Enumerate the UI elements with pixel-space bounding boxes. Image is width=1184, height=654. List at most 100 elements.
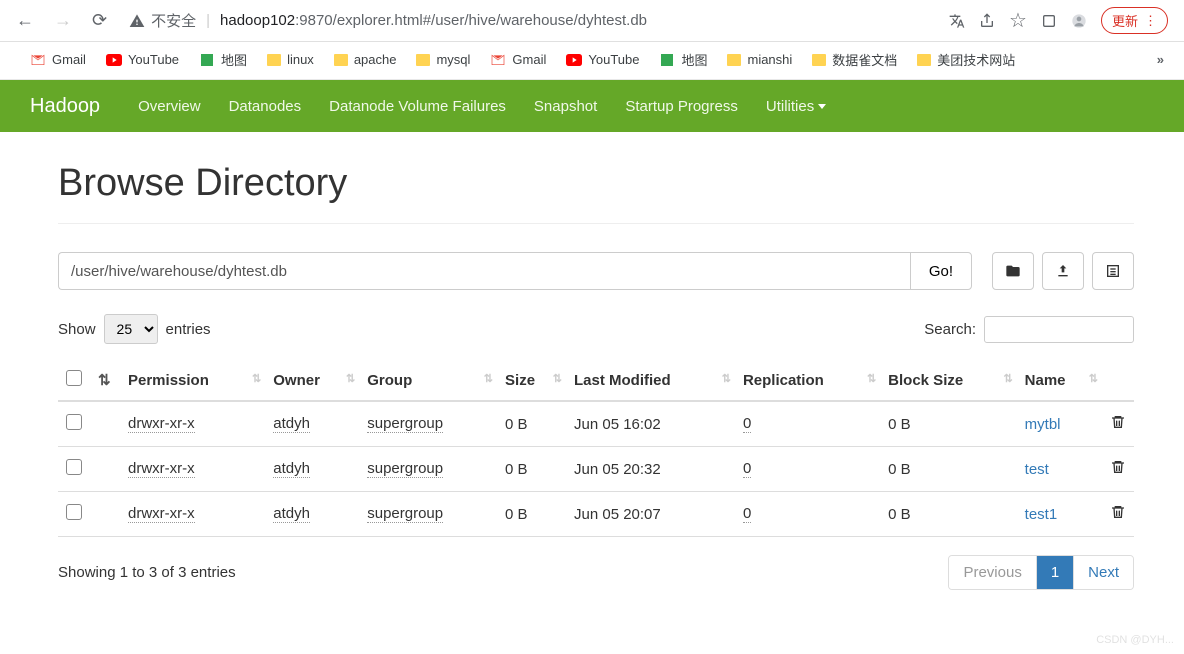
bookmark-apache[interactable]: apache — [334, 52, 397, 67]
upload-button[interactable] — [1042, 252, 1084, 290]
nav-snapshot[interactable]: Snapshot — [534, 98, 597, 115]
entries-select[interactable]: 25 — [104, 314, 158, 344]
col-permission[interactable]: Permission⇅ — [120, 360, 265, 401]
address-bar[interactable]: 不安全 | hadoop102:9870/explorer.html#/user… — [121, 10, 941, 31]
cell-group[interactable]: supergroup — [367, 505, 443, 523]
trash-icon[interactable] — [1110, 504, 1126, 520]
update-button[interactable]: 更新 ⋮ — [1101, 7, 1168, 34]
nav-utilities[interactable]: Utilities — [766, 98, 826, 115]
share-icon[interactable] — [979, 13, 995, 29]
page-1-button[interactable]: 1 — [1037, 556, 1074, 589]
sort-icon[interactable]: ⇅ — [98, 372, 111, 389]
brand[interactable]: Hadoop — [30, 95, 100, 118]
bookmarks-overflow[interactable]: » — [1157, 52, 1172, 67]
cell-replication[interactable]: 0 — [743, 505, 751, 523]
sort-icon: ⇅ — [1003, 372, 1012, 385]
cell-owner[interactable]: atdyh — [273, 505, 310, 523]
cell-block-size: 0 B — [880, 447, 1017, 492]
col-replication[interactable]: Replication⇅ — [735, 360, 880, 401]
showing-text: Showing 1 to 3 of 3 entries — [58, 564, 236, 581]
search-input[interactable] — [984, 316, 1134, 343]
col-name[interactable]: Name⇅ — [1017, 360, 1102, 401]
sort-icon: ⇅ — [867, 372, 876, 385]
next-button[interactable]: Next — [1074, 556, 1133, 589]
cell-group[interactable]: supergroup — [367, 415, 443, 433]
extensions-icon[interactable] — [1041, 13, 1057, 29]
folder-icon — [416, 54, 430, 66]
update-label: 更新 — [1112, 11, 1138, 30]
caret-down-icon — [818, 104, 826, 109]
cut-button[interactable] — [1092, 252, 1134, 290]
gmail-icon — [490, 52, 506, 68]
cell-owner[interactable]: atdyh — [273, 460, 310, 478]
sort-icon: ⇅ — [484, 372, 493, 385]
bookmark-mysql[interactable]: mysql — [416, 52, 470, 67]
nav-startup-progress[interactable]: Startup Progress — [625, 98, 738, 115]
bookmark-gmail[interactable]: Gmail — [30, 52, 86, 68]
bookmarks-bar: Gmail YouTube 地图 linux apache mysql Gmai… — [0, 42, 1184, 80]
bookmark-youtube[interactable]: YouTube — [106, 52, 179, 68]
table-controls: Show 25 entries Search: — [58, 314, 1134, 344]
kebab-icon: ⋮ — [1144, 13, 1157, 29]
trash-icon[interactable] — [1110, 414, 1126, 430]
cell-replication[interactable]: 0 — [743, 460, 751, 478]
bookmark-youtube-2[interactable]: YouTube — [566, 52, 639, 68]
nav-volume-failures[interactable]: Datanode Volume Failures — [329, 98, 506, 115]
row-checkbox[interactable] — [66, 504, 82, 520]
cell-replication[interactable]: 0 — [743, 415, 751, 433]
sort-icon: ⇅ — [722, 372, 731, 385]
page-title: Browse Directory — [58, 162, 1134, 205]
nav-datanodes[interactable]: Datanodes — [229, 98, 302, 115]
profile-icon[interactable] — [1071, 13, 1087, 29]
path-input-group: Go! — [58, 252, 972, 290]
prev-button[interactable]: Previous — [949, 556, 1036, 589]
translate-icon[interactable] — [949, 13, 965, 29]
bookmark-star-icon[interactable]: ☆ — [1009, 8, 1027, 33]
row-checkbox[interactable] — [66, 459, 82, 475]
back-button[interactable]: ← — [10, 6, 40, 35]
row-checkbox[interactable] — [66, 414, 82, 430]
nav-overview[interactable]: Overview — [138, 98, 201, 115]
col-size[interactable]: Size⇅ — [497, 360, 566, 401]
folder-icon — [267, 54, 281, 66]
forward-button[interactable]: → — [48, 6, 78, 35]
bookmark-maps-2[interactable]: 地图 — [659, 50, 707, 69]
col-modified[interactable]: Last Modified⇅ — [566, 360, 735, 401]
create-dir-button[interactable] — [992, 252, 1034, 290]
list-icon — [1105, 263, 1121, 279]
bookmark-mianshi[interactable]: mianshi — [727, 52, 792, 67]
cell-name-link[interactable]: test — [1025, 461, 1049, 478]
cell-name-link[interactable]: mytbl — [1025, 416, 1061, 433]
trash-icon[interactable] — [1110, 459, 1126, 475]
path-input[interactable] — [58, 252, 910, 290]
pagination: Previous 1 Next — [948, 555, 1134, 590]
bookmark-meituan[interactable]: 美团技术网站 — [917, 50, 1015, 69]
cell-size: 0 B — [497, 401, 566, 447]
cell-name-link[interactable]: test1 — [1025, 506, 1058, 523]
cell-owner[interactable]: atdyh — [273, 415, 310, 433]
cell-size: 0 B — [497, 492, 566, 537]
col-block-size[interactable]: Block Size⇅ — [880, 360, 1017, 401]
bookmark-docs[interactable]: 数据雀文档 — [812, 50, 897, 69]
bookmark-maps[interactable]: 地图 — [199, 50, 247, 69]
col-owner[interactable]: Owner⇅ — [265, 360, 359, 401]
sort-icon: ⇅ — [346, 372, 355, 385]
cell-group[interactable]: supergroup — [367, 460, 443, 478]
cell-modified: Jun 05 20:32 — [566, 447, 735, 492]
go-button[interactable]: Go! — [910, 252, 972, 290]
toolbar-actions — [992, 252, 1134, 290]
folder-icon — [917, 54, 931, 66]
insecure-label: 不安全 — [151, 10, 196, 31]
cell-permission[interactable]: drwxr-xr-x — [128, 460, 195, 478]
cell-block-size: 0 B — [880, 492, 1017, 537]
bookmark-gmail-2[interactable]: Gmail — [490, 52, 546, 68]
table-header-row: ⇅ Permission⇅ Owner⇅ Group⇅ Size⇅ Last M… — [58, 360, 1134, 401]
folder-icon — [812, 54, 826, 66]
cell-permission[interactable]: drwxr-xr-x — [128, 415, 195, 433]
select-all-checkbox[interactable] — [66, 370, 82, 386]
cell-permission[interactable]: drwxr-xr-x — [128, 505, 195, 523]
col-group[interactable]: Group⇅ — [359, 360, 497, 401]
sort-icon: ⇅ — [1089, 372, 1098, 385]
reload-button[interactable]: ⟳ — [86, 6, 113, 35]
bookmark-linux[interactable]: linux — [267, 52, 314, 67]
